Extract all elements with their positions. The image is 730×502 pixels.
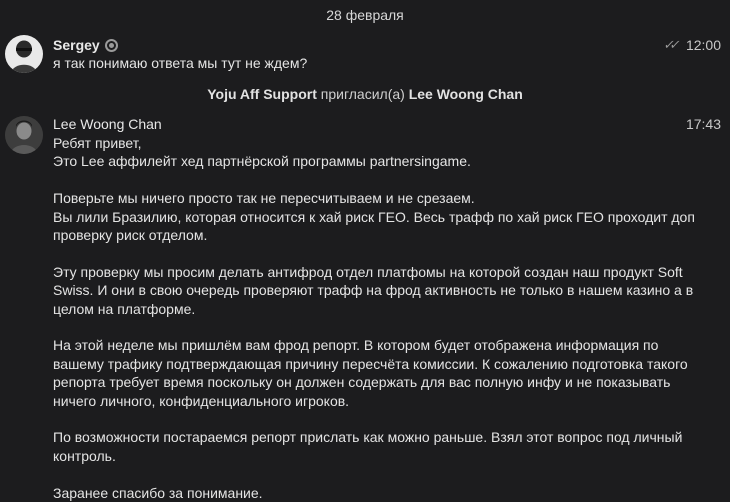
verified-icon	[104, 38, 118, 52]
message-paragraph: Поверьте мы ничего просто так не пересчи…	[53, 190, 695, 244]
avatar[interactable]	[5, 116, 43, 154]
avatar-portrait-icon	[5, 35, 43, 73]
message-sergey: Sergey ✓✓ 12:00 я так понимаю ответа мы …	[0, 32, 730, 74]
date-separator: 28 февраля	[326, 7, 404, 23]
avatar-portrait-icon	[5, 116, 43, 154]
message-paragraph: Эту проверку мы просим делать антифрод о…	[53, 263, 694, 317]
message-paragraph: По возможности постараемся репорт присла…	[53, 429, 683, 464]
sender-name[interactable]: Lee Woong Chan	[53, 116, 162, 132]
read-checkmarks-icon: ✓✓	[662, 37, 678, 52]
message-text: Ребят привет, Это Lee аффилейт хед партн…	[53, 134, 710, 502]
message-paragraph: На этой неделе мы пришлём вам фрод репор…	[53, 337, 688, 409]
message-lee: Lee Woong Chan 17:43 Ребят привет, Это L…	[0, 112, 730, 501]
message-time: 12:00	[685, 37, 721, 53]
message-text: я так понимаю ответа мы тут не ждем?	[53, 55, 308, 71]
service-action: пригласил(а)	[320, 86, 405, 102]
service-actor[interactable]: Yoju Aff Support	[207, 86, 317, 102]
message-paragraph: Заранее спасибо за понимание.	[53, 484, 263, 501]
message-time: 17:43	[685, 116, 721, 132]
message-paragraph: Ребят привет, Это Lee аффилейт хед партн…	[53, 135, 471, 170]
service-target[interactable]: Lee Woong Chan	[409, 86, 523, 102]
avatar[interactable]	[5, 35, 43, 73]
sender-name[interactable]: Sergey	[53, 37, 100, 53]
service-message: Yoju Aff Support пригласил(а) Lee Woong …	[0, 86, 730, 102]
